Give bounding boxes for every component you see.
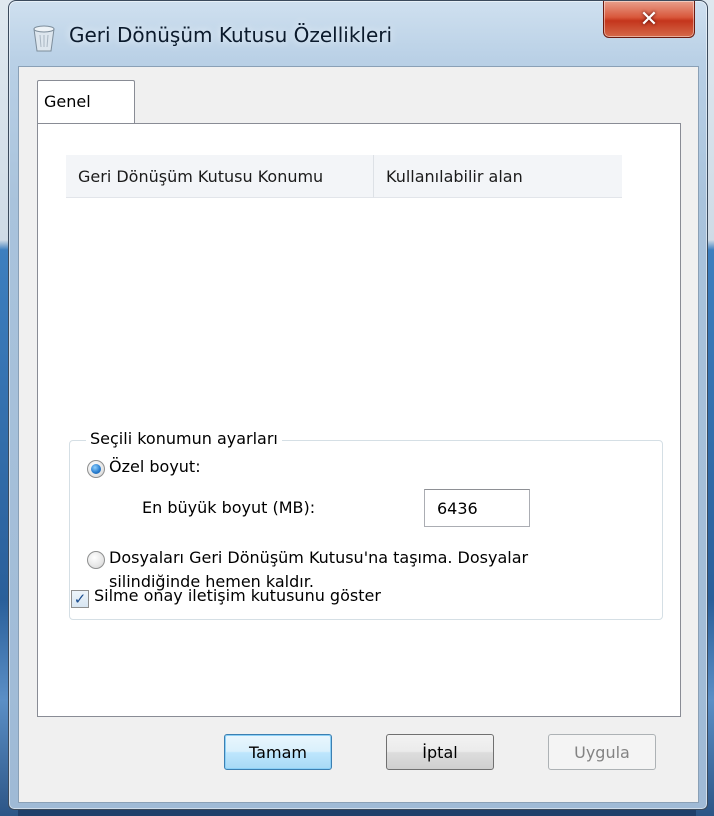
max-size-label: En büyük boyut (MB):: [142, 498, 316, 517]
no-recycle-radio[interactable]: [87, 551, 105, 569]
close-icon: ✕: [639, 6, 659, 32]
column-header-available-space[interactable]: Kullanılabilir alan: [374, 155, 622, 198]
custom-size-label: Özel boyut:: [109, 457, 201, 476]
custom-size-radio[interactable]: [87, 460, 105, 478]
recycle-bin-location-list[interactable]: Geri Dönüşüm Kutusu Konumu Kullanılabili…: [66, 155, 622, 199]
confirm-delete-checkbox[interactable]: ✓: [71, 590, 89, 608]
window-title: Geri Dönüşüm Kutusu Özellikleri: [69, 23, 393, 47]
title-bar[interactable]: Geri Dönüşüm Kutusu Özellikleri ✕: [9, 1, 707, 69]
ok-button[interactable]: Tamam: [224, 734, 332, 770]
checkmark-icon: ✓: [73, 590, 87, 608]
column-header-location[interactable]: Geri Dönüşüm Kutusu Konumu: [66, 155, 374, 198]
recycle-bin-icon: [33, 25, 55, 52]
group-title: Seçili konumun ayarları: [86, 429, 282, 448]
properties-window: Geri Dönüşüm Kutusu Özellikleri ✕ Genel …: [8, 0, 708, 810]
tab-general-label: Genel: [44, 92, 91, 111]
cancel-button[interactable]: İptal: [386, 734, 494, 770]
confirm-delete-label: Silme onay iletişim kutusunu göster: [94, 586, 381, 605]
tab-general[interactable]: Genel: [37, 80, 135, 125]
no-recycle-label-line1: Dosyaları Geri Dönüşüm Kutusu'na taşıma.…: [109, 548, 529, 567]
apply-button[interactable]: Uygula: [548, 734, 656, 770]
dialog-client-area: Genel Geri Dönüşüm Kutusu Konumu Kullanı…: [18, 66, 699, 803]
max-size-input[interactable]: [424, 489, 530, 527]
general-tab-panel: Geri Dönüşüm Kutusu Konumu Kullanılabili…: [37, 123, 681, 717]
close-button[interactable]: ✕: [603, 1, 695, 38]
